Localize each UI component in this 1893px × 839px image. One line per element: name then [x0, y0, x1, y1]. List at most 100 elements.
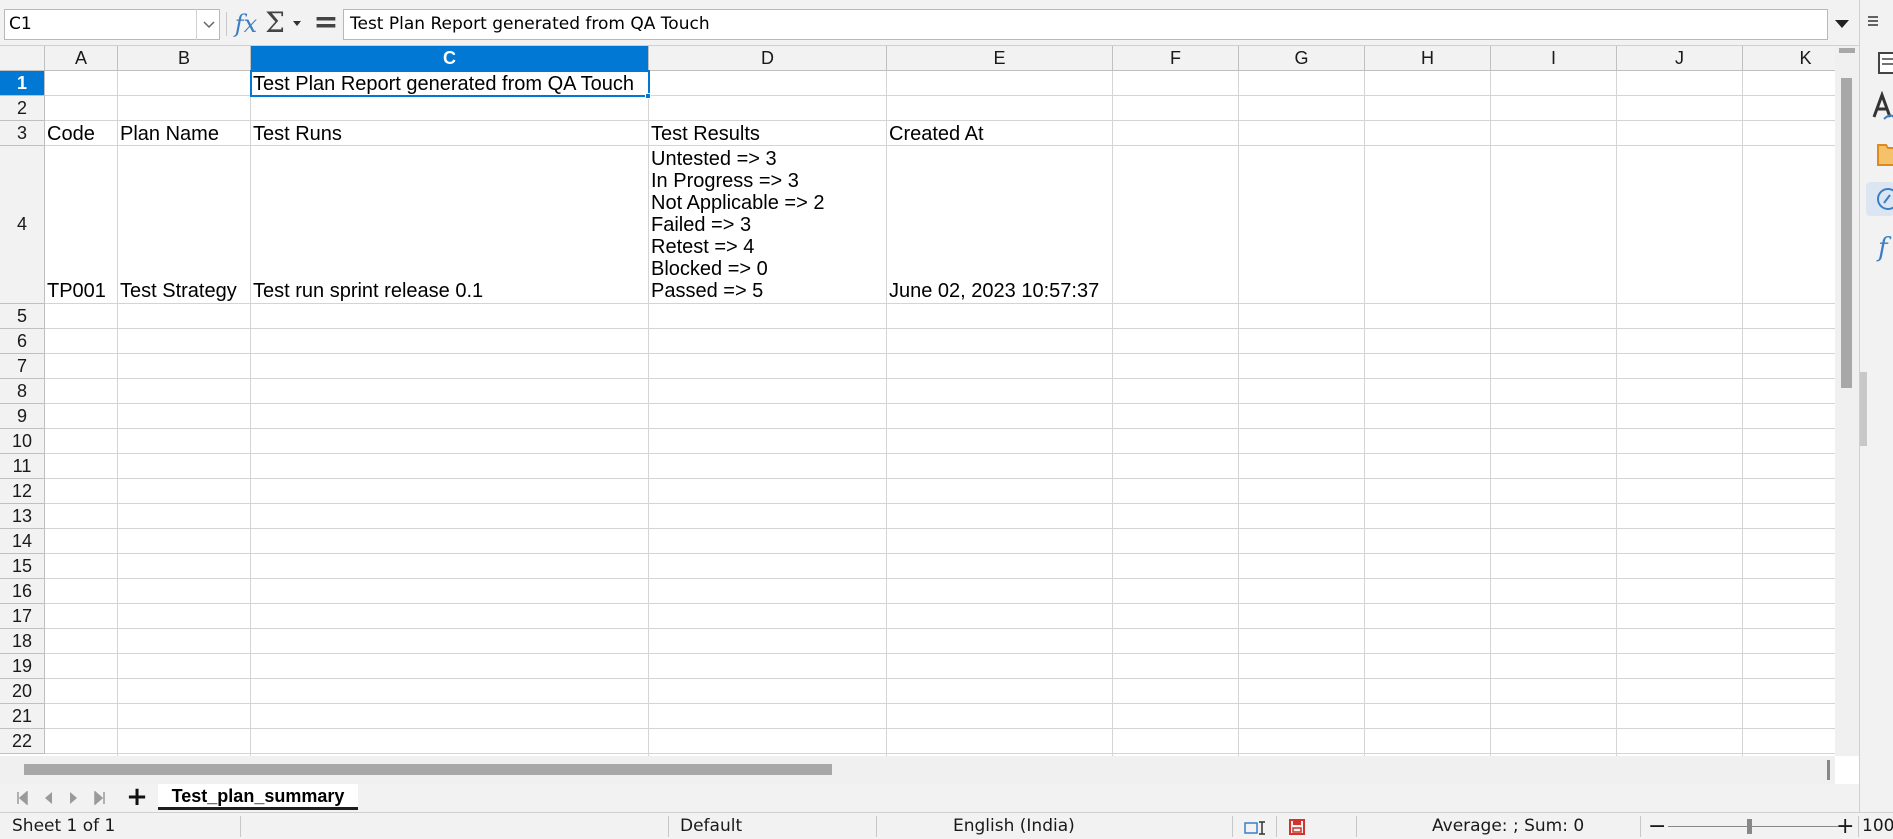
scrollbar-split-handle[interactable] — [1839, 48, 1855, 53]
zoom-level[interactable]: 100 — [1862, 813, 1893, 839]
row-header-17[interactable]: 17 — [0, 604, 45, 629]
name-box-dropdown[interactable] — [196, 9, 220, 40]
row-header-13[interactable]: 13 — [0, 504, 45, 529]
row-header-21[interactable]: 21 — [0, 704, 45, 729]
sidebar-collapse-handle[interactable] — [1860, 372, 1867, 446]
cell-e4[interactable]: June 02, 2023 10:57:37 — [887, 280, 1099, 302]
column-header-d[interactable]: D — [649, 46, 887, 71]
column-header-f[interactable]: F — [1113, 46, 1239, 71]
status-separator — [240, 816, 241, 837]
previous-sheet-icon[interactable] — [38, 788, 58, 808]
cell-d3[interactable]: Test Results — [649, 123, 760, 145]
sum-dropdown[interactable] — [290, 14, 304, 32]
last-sheet-icon[interactable] — [90, 788, 110, 808]
functions-icon[interactable]: f — [1866, 230, 1893, 264]
grid-line — [45, 603, 1835, 604]
page-style[interactable]: Default — [680, 813, 742, 839]
row-header-16[interactable]: 16 — [0, 579, 45, 604]
horizontal-scrollbar[interactable] — [0, 756, 1835, 784]
status-separator — [876, 816, 877, 837]
cell-a3[interactable]: Code — [45, 123, 95, 145]
zoom-slider[interactable] — [1668, 826, 1838, 827]
name-box[interactable]: C1 — [4, 9, 220, 40]
cell-b3[interactable]: Plan Name — [118, 123, 219, 145]
zoom-slider-thumb[interactable] — [1747, 819, 1752, 834]
next-sheet-icon[interactable] — [64, 788, 84, 808]
row-header-11[interactable]: 11 — [0, 454, 45, 479]
row-header-20[interactable]: 20 — [0, 679, 45, 704]
hamburger-menu-icon[interactable] — [1866, 4, 1893, 38]
vertical-scrollbar[interactable] — [1835, 46, 1859, 756]
cell-d4-line: Untested => 3 — [651, 148, 777, 170]
column-header-i[interactable]: I — [1491, 46, 1617, 71]
zoom-in-icon[interactable]: + — [1836, 813, 1854, 839]
row-header-6[interactable]: 6 — [0, 329, 45, 354]
expand-formula-bar-button[interactable] — [1830, 12, 1854, 36]
scrollbar-split-handle[interactable] — [1827, 760, 1830, 780]
triangle-down-icon — [293, 21, 301, 26]
grid-line — [45, 578, 1835, 579]
selection-summary[interactable]: Average: ; Sum: 0 — [1432, 813, 1584, 839]
column-header-b[interactable]: B — [118, 46, 251, 71]
row-header-15[interactable]: 15 — [0, 554, 45, 579]
row-header-5[interactable]: 5 — [0, 304, 45, 329]
fill-handle[interactable] — [645, 93, 651, 99]
row-header-19[interactable]: 19 — [0, 654, 45, 679]
grid-line — [45, 528, 1835, 529]
first-sheet-icon[interactable] — [12, 788, 32, 808]
formula-input[interactable]: Test Plan Report generated from QA Touch — [343, 9, 1828, 40]
formula-icon[interactable]: = — [312, 7, 340, 39]
row-header-7[interactable]: 7 — [0, 354, 45, 379]
row-header-2[interactable]: 2 — [0, 96, 45, 121]
column-header-a[interactable]: A — [45, 46, 118, 71]
horizontal-scrollbar-thumb[interactable] — [24, 764, 832, 775]
spreadsheet-grid[interactable]: A B C D E F G H I J K 1 2 3 4 5 6 7 8 9 … — [0, 46, 1835, 756]
cell-cursor — [250, 70, 650, 97]
toolbar-separator — [226, 12, 227, 36]
row-header-18[interactable]: 18 — [0, 629, 45, 654]
grid-line — [1742, 71, 1743, 756]
cell-d4[interactable]: Untested => 3 In Progress => 3 Not Appli… — [649, 148, 824, 302]
row-header-9[interactable]: 9 — [0, 404, 45, 429]
language[interactable]: English (India) — [953, 813, 1075, 839]
select-all-corner[interactable] — [0, 46, 45, 71]
column-header-e[interactable]: E — [887, 46, 1113, 71]
zoom-out-icon[interactable]: − — [1648, 813, 1666, 839]
add-sheet-button[interactable]: + — [124, 784, 150, 810]
sheet-info: Sheet 1 of 1 — [12, 816, 116, 836]
gallery-icon[interactable] — [1866, 136, 1893, 170]
document-modified-icon[interactable] — [1288, 818, 1306, 836]
grid-line — [117, 71, 118, 756]
cell-c4[interactable]: Test run sprint release 0.1 — [251, 280, 483, 302]
cell-e3[interactable]: Created At — [887, 123, 984, 145]
sum-icon[interactable]: Σ — [262, 6, 288, 40]
column-header-j[interactable]: J — [1617, 46, 1743, 71]
styles-icon[interactable] — [1866, 90, 1893, 124]
navigator-icon[interactable] — [1866, 182, 1893, 216]
row-header-14[interactable]: 14 — [0, 529, 45, 554]
row-header-1[interactable]: 1 — [0, 71, 45, 96]
cell-c3[interactable]: Test Runs — [251, 123, 342, 145]
function-wizard-icon[interactable]: fx — [232, 7, 260, 41]
row-header-3[interactable]: 3 — [0, 121, 45, 146]
row-header-4[interactable]: 4 — [0, 146, 45, 304]
right-sidebar: f — [1859, 0, 1893, 812]
column-header-k[interactable]: K — [1743, 46, 1835, 71]
properties-icon[interactable] — [1866, 46, 1893, 80]
row-header-8[interactable]: 8 — [0, 379, 45, 404]
grid-line — [45, 303, 1835, 304]
cell-d4-line: In Progress => 3 — [651, 170, 799, 192]
selection-mode-icon[interactable] — [1244, 818, 1270, 836]
sheet-tab-active[interactable]: Test_plan_summary — [158, 784, 358, 810]
grid-line — [45, 503, 1835, 504]
grid-line — [45, 145, 1835, 146]
cell-b4[interactable]: Test Strategy — [118, 280, 237, 302]
column-header-h[interactable]: H — [1365, 46, 1491, 71]
row-header-12[interactable]: 12 — [0, 479, 45, 504]
column-header-c[interactable]: C — [251, 46, 649, 71]
vertical-scrollbar-thumb[interactable] — [1841, 78, 1852, 388]
row-header-22[interactable]: 22 — [0, 729, 45, 754]
cell-a4[interactable]: TP001 — [45, 280, 106, 302]
column-header-g[interactable]: G — [1239, 46, 1365, 71]
row-header-10[interactable]: 10 — [0, 429, 45, 454]
